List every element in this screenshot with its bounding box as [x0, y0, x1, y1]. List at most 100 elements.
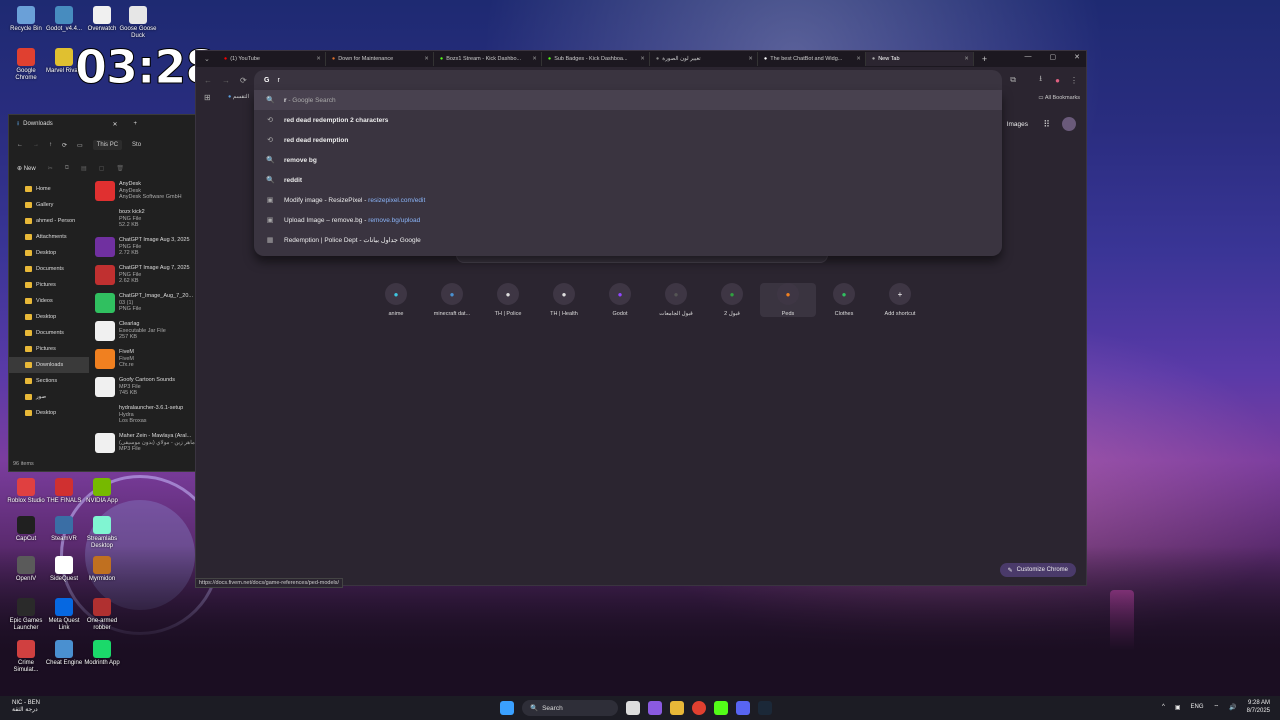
sidebar-item[interactable]: Attachments [9, 229, 89, 245]
chevron-up-icon[interactable]: ^ [1162, 704, 1165, 710]
tab-close-icon[interactable]: ✕ [964, 56, 969, 62]
maximize-icon[interactable]: ▢ [1050, 53, 1057, 61]
desktop-icon[interactable]: Overwatch [82, 6, 122, 33]
sidebar-item[interactable]: Pictures [9, 341, 89, 357]
new-button[interactable]: ⊕ New [17, 165, 36, 172]
browser-tab[interactable]: ● The best ChatBot and Widg... ✕ [758, 52, 866, 66]
desktop-icon[interactable]: Goose Goose Duck [118, 6, 158, 40]
desktop-icon[interactable]: Modrinth App [82, 640, 122, 667]
kick-icon[interactable] [714, 701, 728, 715]
volume-icon[interactable]: 🔊 [1229, 704, 1236, 711]
refresh-icon[interactable]: ⟳ [62, 142, 67, 149]
desktop-icon[interactable]: One-armed robber [82, 598, 122, 632]
all-bookmarks[interactable]: ▭ All Bookmarks [1038, 95, 1080, 101]
sidebar-item[interactable]: Desktop [9, 245, 89, 261]
cut-icon[interactable]: ✂ [48, 165, 53, 172]
desktop-icon[interactable]: Godot_v4.4... [44, 6, 84, 33]
suggestion-item[interactable]: ⟲ red dead redemption 2 characters [254, 110, 1002, 130]
new-tab-button[interactable]: + [982, 54, 987, 64]
file-item[interactable]: hydralauncher-3.6.1-setup Hydra Los Broxas [95, 405, 197, 433]
back-button[interactable]: ← [204, 76, 212, 85]
file-item[interactable]: Clearlag Executable Jar File 257 KB [95, 321, 197, 349]
suggestion-item[interactable]: ▦ Redemption | Police Dept - جداول بيانات… [254, 230, 1002, 250]
new-tab-icon[interactable]: + [133, 121, 137, 127]
file-item[interactable]: ChatGPT_Image_Aug_7_20... 03 (1) PNG File [95, 293, 197, 321]
chrome-window[interactable]: ⌄ ● (1) YouTube ✕ ● Down for Maintenance ✕ ● Bo… [195, 50, 1087, 586]
chrome-icon[interactable] [692, 701, 706, 715]
shortcut-tile[interactable]: ● Peds [760, 283, 816, 317]
shortcut-tile[interactable]: ● minecraft dat... [424, 283, 480, 317]
paste-icon[interactable]: ▤ [81, 165, 87, 172]
file-explorer-window[interactable]: ⭳ Downloads ✕ + ← → ↑ ⟳ ▭ This PC Sto ⊕ … [8, 114, 196, 472]
sidebar-item[interactable]: Desktop [9, 405, 89, 421]
sidebar-item[interactable]: Videos [9, 293, 89, 309]
breadcrumb-storage[interactable]: Sto [132, 142, 141, 148]
suggestion-item[interactable]: 🔍 r - Google Search [254, 90, 1002, 110]
desktop-icon[interactable]: Roblox Studio [6, 478, 46, 505]
shortcut-tile[interactable]: ● anime [368, 283, 424, 317]
wifi-icon[interactable]: ⌔ [1214, 703, 1220, 711]
customize-chrome-button[interactable]: ✎ Customize Chrome [999, 563, 1076, 577]
delete-icon[interactable]: 🗑 [116, 165, 124, 172]
google-apps-icon[interactable]: ⠿ [1043, 119, 1050, 130]
browser-tab[interactable]: ● New Tab ✕ [865, 52, 974, 66]
language-indicator[interactable]: ENG [1191, 704, 1204, 710]
omnibox[interactable]: G r [254, 70, 1002, 90]
taskbar-search[interactable]: 🔍 Search [522, 700, 618, 716]
back-icon[interactable]: ← [17, 142, 23, 148]
sidebar-item[interactable]: Home [9, 181, 89, 197]
sidebar-item[interactable]: Pictures [9, 277, 89, 293]
browser-tab[interactable]: ● Bozx1 Stream - Kick Dashbo... ✕ [434, 52, 542, 66]
sidebar-item[interactable]: Downloads [9, 357, 89, 373]
apps-grid-icon[interactable]: ⊞ [204, 93, 211, 102]
shortcut-tile[interactable]: ● Clothes [816, 283, 872, 317]
file-item[interactable]: ChatGPT Image Aug 3, 2025 PNG File 2.72 KB [95, 237, 197, 265]
menu-icon[interactable]: ⋮ [1070, 76, 1078, 85]
profile-icon[interactable]: ● [1055, 76, 1060, 85]
file-item[interactable]: FiveM FiveM Cfx.re [95, 349, 197, 377]
desktop-icon[interactable]: SteamVR [44, 516, 84, 543]
shortcut-tile[interactable]: ● TH | Police [480, 283, 536, 317]
copy-icon[interactable]: ⧉ [65, 165, 69, 172]
sidebar-item[interactable]: صور [9, 389, 89, 405]
tab-close-icon[interactable]: ✕ [532, 56, 537, 62]
tab-close-icon[interactable]: ✕ [856, 56, 861, 62]
suggestion-item[interactable]: ▣ Modify image - ResizePixel - resizepixe… [254, 190, 1002, 210]
explorer-tab[interactable]: ⭳ Downloads ✕ + [17, 117, 137, 131]
omnibox-input[interactable]: r [277, 77, 279, 84]
copilot-icon[interactable] [648, 701, 662, 715]
tray-app-icon[interactable]: ▣ [1175, 704, 1181, 711]
shortcut-tile[interactable]: ● Godot [592, 283, 648, 317]
account-avatar[interactable] [1062, 117, 1076, 131]
desktop-icon[interactable]: Recycle Bin [6, 6, 46, 33]
tab-close-icon[interactable]: ✕ [316, 56, 321, 62]
sidebar-item[interactable]: Desktop [9, 309, 89, 325]
forward-icon[interactable]: → [33, 142, 39, 148]
tab-close-icon[interactable]: ✕ [748, 56, 753, 62]
desktop-icon[interactable]: THE FINALS [44, 478, 84, 505]
browser-tab[interactable]: ● Sub Badges - Kick Dashboa... ✕ [542, 52, 650, 66]
reload-button[interactable]: ⟳ [240, 76, 247, 85]
rename-icon[interactable]: ▢ [99, 165, 105, 172]
shortcut-tile[interactable]: ● قبول الجامعات [648, 283, 704, 317]
file-item[interactable]: bozx kick2 PNG File 52.2 KB [95, 209, 197, 237]
downloads-icon[interactable]: ⭳ [1039, 73, 1042, 87]
bookmark-item[interactable]: ● التقسم [228, 94, 249, 100]
tab-close-icon[interactable]: ✕ [424, 56, 429, 62]
browser-tab[interactable]: ● (1) YouTube ✕ [218, 52, 326, 66]
sidebar-item[interactable]: Documents [9, 325, 89, 341]
suggestion-item[interactable]: 🔍 remove bg [254, 150, 1002, 170]
task-view-icon[interactable] [626, 701, 640, 715]
sidebar-item[interactable]: Sections [9, 373, 89, 389]
file-item[interactable]: ChatGPT Image Aug 7, 2025 PNG File 2.62 KB [95, 265, 197, 293]
desktop-icon[interactable]: Epic Games Launcher [6, 598, 46, 632]
shortcut-tile[interactable]: + Add shortcut [872, 283, 928, 317]
up-icon[interactable]: ↑ [49, 142, 52, 148]
file-item[interactable]: Goofy Cartoon Sounds MP3 File 745 KB [95, 377, 197, 405]
tab-search-icon[interactable]: ⌄ [196, 55, 218, 63]
suggestion-item[interactable]: 🔍 reddit [254, 170, 1002, 190]
sidebar-item[interactable]: Gallery [9, 197, 89, 213]
breadcrumb-this-pc[interactable]: This PC [92, 140, 123, 150]
desktop-icon[interactable]: OpenIV [6, 556, 46, 583]
desktop-icon[interactable]: SideQuest [44, 556, 84, 583]
